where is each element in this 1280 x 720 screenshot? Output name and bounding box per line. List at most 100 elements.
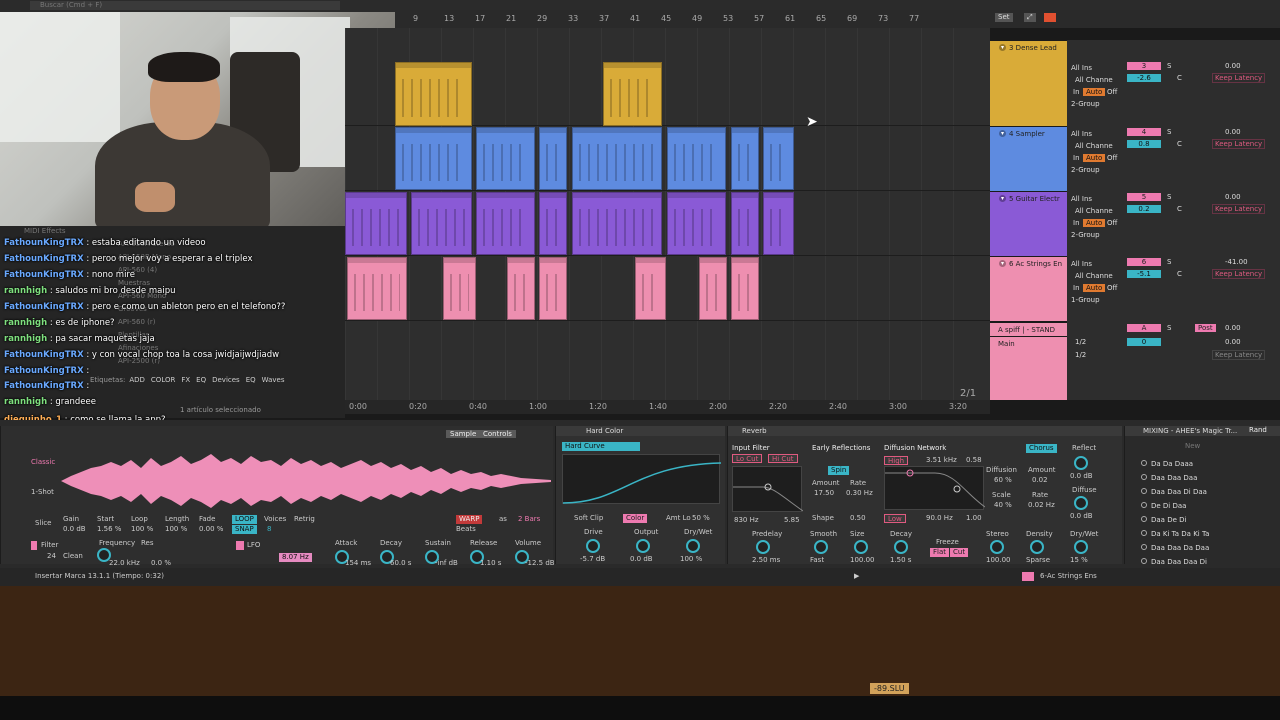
tag-item[interactable]: Devices (212, 376, 240, 384)
return-post[interactable]: Post (1195, 324, 1216, 332)
sampler-param-value[interactable]: 100 % (131, 525, 153, 533)
lo-cut-button[interactable]: Lo Cut (732, 454, 763, 463)
diffuse-knob[interactable] (1074, 496, 1088, 510)
reverb-knob[interactable] (756, 540, 770, 554)
arrangement-clip[interactable] (347, 257, 407, 320)
input-filter-display[interactable] (732, 466, 804, 512)
tag-item[interactable]: EQ (196, 376, 206, 384)
output-routing[interactable]: 1-Group (1071, 296, 1100, 304)
diffusion-display[interactable] (884, 466, 986, 510)
preset-item[interactable]: Daa Daa Di Daa (1151, 488, 1207, 496)
snap-button[interactable]: SNAP (232, 525, 257, 534)
arrangement-clip[interactable] (395, 127, 472, 190)
hi-cut-button[interactable]: Hi Cut (768, 454, 798, 463)
slice-button[interactable]: Slice (35, 519, 52, 527)
sampler-param-value[interactable]: 100 % (165, 525, 187, 533)
curve-select[interactable]: Hard Curve (562, 442, 640, 451)
solo-button[interactable]: S (1167, 128, 1171, 136)
reverb-knob[interactable] (854, 540, 868, 554)
filter-toggle[interactable] (31, 541, 37, 550)
arrangement-clip[interactable] (603, 62, 662, 126)
arrangement-clip[interactable] (763, 127, 794, 190)
track-number[interactable]: 3 (1127, 62, 1161, 70)
pan-value[interactable]: C (1177, 140, 1182, 148)
chorus-amount-value[interactable]: 0.02 (1032, 476, 1048, 484)
reverb-title[interactable]: Reverb (728, 426, 1122, 436)
tab-sample[interactable]: Sample (446, 430, 481, 438)
arrangement-clip[interactable] (539, 192, 567, 255)
monitor-in[interactable]: In (1073, 154, 1080, 162)
main-out-2[interactable]: 1/2 (1075, 351, 1086, 359)
return-volume[interactable]: 0.00 (1225, 324, 1241, 332)
reflect-knob[interactable] (1074, 456, 1088, 470)
output-routing[interactable]: 2-Group (1071, 166, 1100, 174)
input-type[interactable]: All Ins (1071, 195, 1092, 203)
high-freq-value[interactable]: 3.51 kHz (926, 456, 957, 464)
return-solo[interactable]: S (1167, 324, 1171, 332)
arrangement-clip[interactable] (763, 192, 794, 255)
arrangement-clip[interactable] (699, 257, 727, 320)
bar-ruler[interactable]: 9 13 17 21 29 33 37 41 45 49 53 57 61 65 69 73 77 (395, 10, 990, 28)
diffusion-value[interactable]: 60 % (994, 476, 1012, 484)
sampler-mode[interactable]: Classic (31, 458, 55, 466)
hard-color-knob[interactable] (636, 539, 650, 553)
arrangement-clip[interactable] (731, 192, 759, 255)
high-value[interactable]: 0.58 (966, 456, 982, 464)
new-button[interactable]: New (1185, 442, 1200, 450)
latency-setting[interactable]: Keep Latency (1212, 204, 1266, 214)
track-header[interactable]: ▾ 6 Ac Strings En (990, 256, 1067, 321)
hard-color-title[interactable]: Hard Color (556, 426, 725, 436)
color-button[interactable]: Color (623, 514, 648, 523)
track-header[interactable]: ▾ 4 Sampler (990, 126, 1067, 191)
input-channel[interactable]: All Channe (1075, 142, 1113, 150)
voices-value[interactable]: 8 (267, 525, 271, 533)
one-shot-button[interactable]: 1-Shot (31, 488, 54, 496)
main-out-1[interactable]: 1/2 (1075, 338, 1086, 346)
preset-item[interactable]: Da Ki Ta Da Ki Ta (1151, 530, 1209, 538)
track-fold-icon[interactable]: ▾ (999, 195, 1006, 202)
monitor-in[interactable]: In (1073, 88, 1080, 96)
pan-value[interactable]: C (1177, 270, 1182, 278)
waveform-display[interactable] (61, 446, 551, 516)
track-header[interactable]: ▾ 5 Guitar Electr (990, 191, 1067, 256)
arrangement-clip[interactable] (507, 257, 535, 320)
track-number[interactable]: 5 (1127, 193, 1161, 201)
warp-button[interactable]: WARP (456, 515, 483, 524)
follow-icon[interactable]: ⤢ (1024, 13, 1036, 22)
arrangement-record-icon[interactable] (1044, 13, 1056, 22)
latency-setting[interactable]: Keep Latency (1212, 139, 1266, 149)
arrangement-clip[interactable] (572, 127, 662, 190)
main-latency[interactable]: Keep Latency (1212, 350, 1266, 360)
scale-value[interactable]: 40 % (994, 501, 1012, 509)
monitor-off[interactable]: Off (1107, 284, 1117, 292)
pan-value[interactable]: C (1177, 74, 1182, 82)
latency-setting[interactable]: Keep Latency (1212, 269, 1266, 279)
arrangement-clip[interactable] (345, 192, 407, 255)
pan-value[interactable]: C (1177, 205, 1182, 213)
monitor-auto[interactable]: Auto (1083, 88, 1106, 96)
preset-item[interactable]: Da Da Daaa (1151, 460, 1193, 468)
track-number[interactable]: 6 (1127, 258, 1161, 266)
loop-button[interactable]: LOOP (232, 515, 257, 524)
preset-item[interactable]: De Di Daa (1151, 502, 1186, 510)
filter-slope[interactable]: 24 (47, 552, 56, 560)
arrangement-clip[interactable] (411, 192, 472, 255)
arrangement-clip[interactable] (476, 127, 535, 190)
bars-value[interactable]: 2 Bars (518, 515, 540, 523)
preset-item[interactable]: Daa Daa Daa (1151, 474, 1197, 482)
rand-button[interactable]: Rand (1249, 426, 1267, 434)
arrangement-clip[interactable] (667, 127, 726, 190)
tag-item[interactable]: EQ (246, 376, 256, 384)
track-volume[interactable]: 0.00 (1225, 193, 1241, 201)
main-value[interactable]: 0 (1127, 338, 1161, 346)
er-rate-value[interactable]: 0.30 Hz (846, 489, 873, 497)
low-button[interactable]: Low (884, 514, 906, 523)
flat-button[interactable]: Flat (930, 548, 950, 557)
lfo-toggle[interactable] (236, 541, 244, 550)
track-fold-icon[interactable]: ▾ (999, 260, 1006, 267)
track-volume[interactable]: 0.00 (1225, 128, 1241, 136)
browser-item[interactable]: MIDI Effects (24, 227, 66, 235)
hard-color-knob[interactable] (586, 539, 600, 553)
sampler-param-value[interactable]: 1.56 % (97, 525, 121, 533)
tab-controls[interactable]: Controls (479, 430, 516, 438)
